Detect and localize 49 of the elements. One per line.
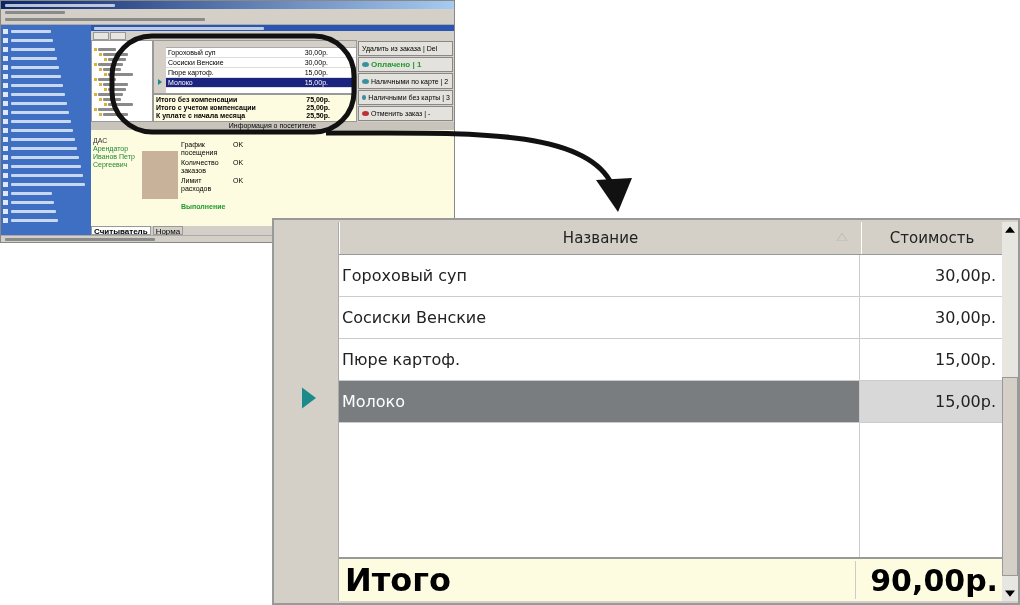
sidebar-item-blur bbox=[11, 219, 58, 222]
tab[interactable] bbox=[110, 32, 126, 40]
tab[interactable] bbox=[93, 32, 109, 40]
scroll-up-icon[interactable] bbox=[1005, 226, 1015, 233]
tree-item-blur bbox=[108, 58, 126, 61]
photo-placeholder bbox=[142, 151, 178, 199]
bottom-tab[interactable]: Считыватель bbox=[91, 226, 151, 235]
tree-item-blur bbox=[103, 113, 128, 116]
sidebar-item-blur bbox=[11, 66, 59, 69]
tree-item-blur bbox=[98, 108, 116, 111]
tree-item-blur bbox=[103, 68, 121, 71]
bottom-tab[interactable]: Норма bbox=[152, 226, 184, 235]
sidebar-item-blur bbox=[11, 201, 54, 204]
sidebar-item-blur bbox=[11, 129, 73, 132]
sidebar-item-blur bbox=[11, 84, 63, 87]
tree-item-blur bbox=[108, 73, 133, 76]
sidebar-item-blur bbox=[11, 57, 57, 60]
sidebar-item-blur bbox=[11, 192, 52, 195]
total-value: 90,00р. bbox=[869, 562, 999, 598]
sidebar-item-blur bbox=[11, 120, 71, 123]
sidebar-item-blur bbox=[11, 138, 75, 141]
sidebar-item-blur bbox=[11, 93, 65, 96]
tree-item-blur bbox=[103, 83, 128, 86]
sidebar-item-blur bbox=[11, 48, 55, 51]
sidebar-item-blur bbox=[11, 39, 53, 42]
column-header[interactable]: Название bbox=[339, 222, 861, 254]
scroll-down-icon[interactable] bbox=[1005, 590, 1015, 597]
table-row[interactable]: Гороховый суп 30,00р. bbox=[339, 255, 1002, 297]
sidebar-item-blur bbox=[11, 174, 83, 177]
tree-item-blur bbox=[103, 53, 128, 56]
table-row[interactable]: Сосиски Венские 30,00р. bbox=[339, 297, 1002, 339]
sidebar-item-blur bbox=[11, 111, 69, 114]
menu-bar-blur bbox=[5, 10, 65, 14]
sidebar-item-blur bbox=[11, 147, 77, 150]
tree-item-blur bbox=[98, 78, 116, 81]
sidebar-item-blur bbox=[11, 210, 56, 213]
sidebar-item-blur bbox=[11, 75, 61, 78]
tree-item-blur bbox=[98, 63, 123, 66]
sidebar-item-blur bbox=[11, 102, 67, 105]
sidebar-item-blur bbox=[11, 30, 51, 33]
scrollbar[interactable] bbox=[1002, 222, 1018, 601]
tree-item-blur bbox=[103, 98, 121, 101]
total-label: Итого bbox=[339, 561, 856, 599]
tree-item-blur bbox=[108, 88, 126, 91]
tree-item-blur bbox=[98, 93, 123, 96]
tree-item-blur bbox=[98, 48, 116, 51]
sidebar-item-blur bbox=[11, 156, 79, 159]
sidebar-item-blur bbox=[11, 165, 81, 168]
tree-item-blur bbox=[108, 103, 133, 106]
